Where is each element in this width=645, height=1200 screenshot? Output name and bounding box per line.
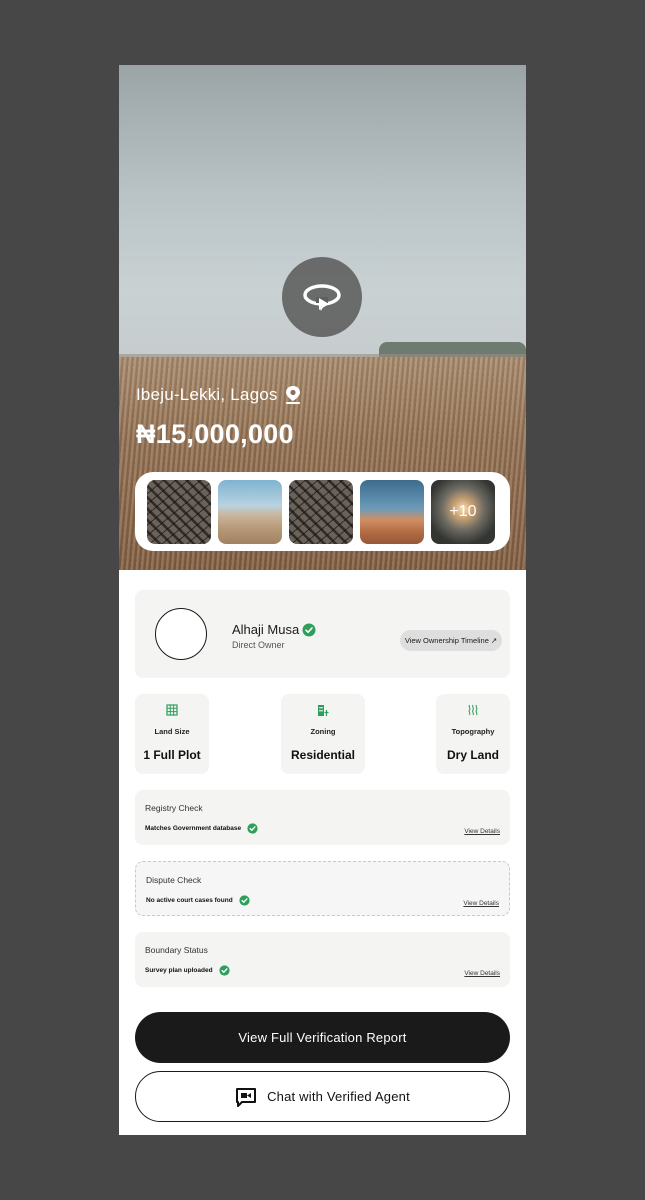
property-location: Ibeju-Lekki, Lagos [136,385,302,405]
owner-name: Alhaji Musa [232,622,316,637]
primary-button-label: View Full Verification Report [238,1030,407,1045]
location-text: Ibeju-Lekki, Lagos [136,385,278,404]
avatar [155,608,207,660]
stat-topography: Topography Dry Land [436,694,510,774]
location-pin-icon [285,386,300,404]
view-full-report-button[interactable]: View Full Verification Report [135,1012,510,1063]
heat-waves-icon [468,704,478,716]
view-details-link[interactable]: View Details [464,828,500,835]
check-title: Dispute Check [146,875,202,885]
verified-check-icon [239,895,250,906]
phone-screen: Ibeju-Lekki, Lagos ₦15,000,000 +10 Alhaj… [119,65,526,1135]
verified-check-icon [247,823,258,834]
view-details-link[interactable]: View Details [463,900,499,907]
photo-gallery-strip: +10 [135,472,510,551]
gallery-thumb[interactable] [289,479,353,544]
gallery-thumb-more[interactable]: +10 [431,479,495,544]
view-details-link[interactable]: View Details [464,970,500,977]
check-status-text: Survey plan uploaded [145,967,213,974]
property-price: ₦15,000,000 [136,419,294,449]
rotate-360-button[interactable] [282,257,362,337]
owner-role: Direct Owner [232,640,285,650]
check-status: Survey plan uploaded [145,965,230,976]
stat-value: 1 Full Plot [143,748,201,762]
secondary-button-label: Chat with Verified Agent [267,1089,410,1104]
stat-zoning: Zoning Residential [281,694,365,774]
timeline-button-label: View Ownership Timeline [404,636,489,645]
stat-label: Land Size [154,727,190,736]
verified-check-icon [218,965,230,976]
check-status-text: No active court cases found [146,897,233,904]
stat-value: Dry Land [446,748,499,762]
registry-check-card: Registry Check Matches Government databa… [135,790,510,845]
check-title: Boundary Status [145,945,208,955]
gallery-thumb[interactable] [147,479,211,544]
owner-name-text: Alhaji Musa [232,622,300,637]
chat-with-agent-button[interactable]: Chat with Verified Agent [135,1071,510,1122]
check-status-text: Matches Government database [145,825,242,832]
external-arrow-icon: ↗ [490,636,498,645]
video-chat-icon [236,1087,257,1107]
owner-card: Alhaji Musa Direct Owner View Ownership … [135,590,510,678]
dispute-check-card: Dispute Check No active court cases foun… [135,861,510,916]
gallery-thumb[interactable] [218,479,282,544]
boundary-status-card: Boundary Status Survey plan uploaded Vie… [135,932,510,987]
stat-label: Zoning [310,727,336,736]
grid-icon [166,704,178,716]
stat-value: Residential [290,748,356,762]
stat-land-size: Land Size 1 Full Plot [135,694,209,774]
check-status: Matches Government database [145,823,258,834]
stat-label: Topography [451,727,495,736]
more-photos-count: +10 [449,502,477,520]
verified-badge-icon [302,623,316,636]
check-title: Registry Check [145,803,203,813]
rotate-icon [303,284,341,311]
property-hero-image[interactable]: Ibeju-Lekki, Lagos ₦15,000,000 +10 [119,65,526,570]
building-icon [318,705,329,716]
view-ownership-timeline-button[interactable]: View Ownership Timeline ↗ [400,630,502,651]
gallery-thumb[interactable] [360,479,424,544]
check-status: No active court cases found [146,895,250,906]
